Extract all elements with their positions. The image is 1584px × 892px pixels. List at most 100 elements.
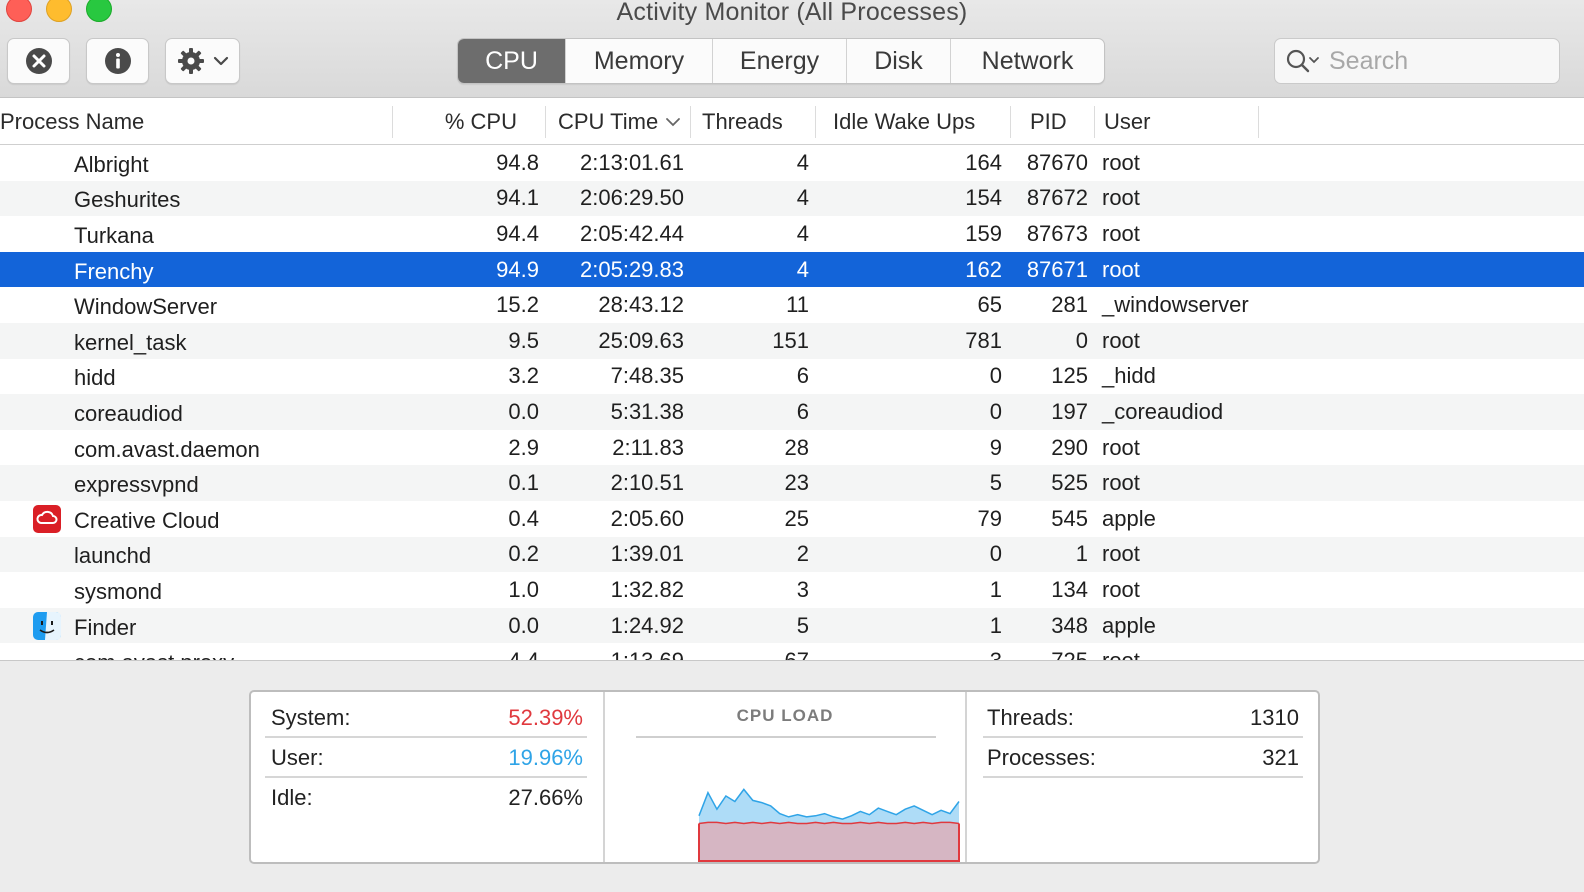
close-circle-icon [25,48,52,74]
thread-count: 151 [772,327,809,353]
column-header-threads[interactable]: Threads [702,98,812,145]
column-label: User [1104,108,1151,134]
cpu-percent: 0.1 [508,470,539,496]
column-header-user[interactable]: User [1104,98,1254,145]
table-row[interactable]: Creative Cloud 0.4 2:05.60 25 79 545 apple [0,501,1584,537]
threads-value: 1310 [1250,705,1299,730]
user-name: root [1102,149,1140,175]
column-header-cpu-time[interactable]: CPU Time [558,98,690,145]
cpu-time: 2:06:29.50 [580,185,684,211]
table-row[interactable]: Finder 0.0 1:24.92 5 1 348 apple [0,607,1584,644]
pid: 545 [1051,505,1088,531]
pid: 197 [1051,398,1088,424]
window-title: Activity Monitor (All Processes) [616,0,968,26]
table-row[interactable]: expressvpnd 0.1 2:10.51 23 5 525 root [0,465,1584,501]
thread-count: 4 [796,220,809,246]
pid: 87673 [1026,220,1088,246]
cpu-time: 7:48.35 [610,363,684,389]
pid: 290 [1051,434,1088,460]
creative-cloud-icon [33,504,61,533]
idle-wake-ups: 162 [965,256,1002,282]
table-row[interactable]: coreaudiod 0.0 5:31.38 6 0 197 _coreaudiod [0,394,1584,430]
view-tabs: CPU Memory Energy Disk Network [457,38,1105,84]
process-name: Frenchy [74,258,154,284]
actions-menu-button[interactable] [165,38,240,84]
search-input[interactable] [1329,46,1549,76]
idle-wake-ups: 9 [989,434,1002,460]
user-name: _hidd [1102,363,1156,389]
table-row[interactable]: WindowServer 15.2 28:43.12 11 65 281 _windowse… [0,287,1584,323]
thread-count: 4 [796,185,809,211]
cpu-time: 2:11.83 [612,434,684,460]
process-name: Turkana [74,222,154,248]
tab-energy[interactable]: Energy [713,39,847,83]
system-load-area [699,822,959,862]
table-row[interactable]: launchd 0.2 1:39.01 2 0 1 root [0,536,1584,573]
table-row[interactable]: hidd 3.2 7:48.35 6 0 125 _hidd [0,359,1584,395]
cpu-time: 1:32.82 [610,576,684,602]
process-name: launchd [74,543,152,569]
user-name: _coreaudiod [1102,398,1224,424]
tab-disk[interactable]: Disk [847,39,951,83]
table-row[interactable]: Geshurites 94.1 2:06:29.50 4 154 87672 root [0,180,1584,217]
column-label: CPU Time [558,108,659,134]
search-icon [1286,49,1319,73]
search-field[interactable] [1274,38,1560,84]
tab-network[interactable]: Network [951,39,1104,83]
cpu-time: 2:05:42.44 [580,220,684,246]
pid: 348 [1051,612,1088,638]
cpu-time: 2:10.51 [610,470,684,496]
cpu-percent: 94.4 [496,220,539,246]
processes-stat: Processes: 321 [987,738,1299,778]
cpu-load-title: CPU LOAD [736,706,834,725]
user-name: root [1102,576,1140,602]
process-table: Albright 94.8 2:13:01.61 4 164 87670 root Geshu… [0,145,1584,661]
threads-label: Threads: [987,705,1074,730]
table-row[interactable]: com.avast.daemon 2.9 2:11.83 28 9 290 root [0,430,1584,466]
cpu-time: 28:43.12 [598,292,684,318]
cpu-percent: 0.0 [508,398,539,424]
inspect-process-button[interactable] [86,38,149,84]
toolbar: Activity Monitor (All Processes) CPU Mem… [0,0,1584,98]
process-name: com.avast.proxy [74,643,394,660]
cpu-percent: 4.4 [508,648,539,661]
system-stat: System: 52.39% [271,698,583,738]
table-row[interactable]: Turkana 94.4 2:05:42.44 4 159 87673 root [0,216,1584,252]
thread-count: 6 [796,398,809,424]
info-icon [104,48,131,74]
table-row[interactable]: Albright 94.8 2:13:01.61 4 164 87670 root [0,145,1584,181]
tab-memory[interactable]: Memory [566,39,713,83]
stop-process-button[interactable] [7,38,70,84]
table-row[interactable]: sysmond 1.0 1:32.82 3 1 134 root [0,572,1584,608]
cpu-percent: 0.0 [508,612,539,638]
cpu-time: 25:09.63 [598,327,684,353]
idle-wake-ups: 1 [989,612,1002,638]
column-header-pid[interactable]: PID [1030,98,1090,145]
thread-count: 4 [796,256,809,282]
column-header-idle-wake-ups[interactable]: Idle Wake Ups [833,98,1008,145]
table-row[interactable]: kernel_task 9.5 25:09.63 151 781 0 root [0,322,1584,359]
user-stat: User: 19.96% [271,738,583,778]
process-name: com.avast.daemon [74,436,260,462]
tab-cpu[interactable]: CPU [458,39,566,83]
column-header-cpu[interactable]: % CPU [400,98,517,145]
table-row[interactable]: com.avast.proxy 4.4 1:13.69 67 3 725 root [0,643,1584,661]
sort-descending-icon [666,117,681,126]
idle-wake-ups: 159 [965,220,1002,246]
user-name: root [1102,434,1140,460]
table-row[interactable]: Frenchy 94.9 2:05:29.83 4 162 87671 root [0,251,1584,288]
process-name: sysmond [74,578,163,604]
process-name: Creative Cloud [74,507,220,533]
column-label: Idle Wake Ups [833,108,976,134]
system-load-line [698,821,960,825]
column-header-process-name[interactable]: Process Name [0,98,390,145]
thread-count: 5 [796,612,809,638]
idle-wake-ups: 0 [989,398,1002,424]
process-name: kernel_task [74,329,187,355]
pid: 87670 [1026,149,1088,175]
process-name: Geshurites [74,187,181,213]
user-name: root [1102,541,1140,567]
idle-wake-ups: 0 [989,541,1002,567]
idle-wake-ups: 3 [989,648,1002,661]
cpu-time: 2:05.60 [610,505,684,531]
